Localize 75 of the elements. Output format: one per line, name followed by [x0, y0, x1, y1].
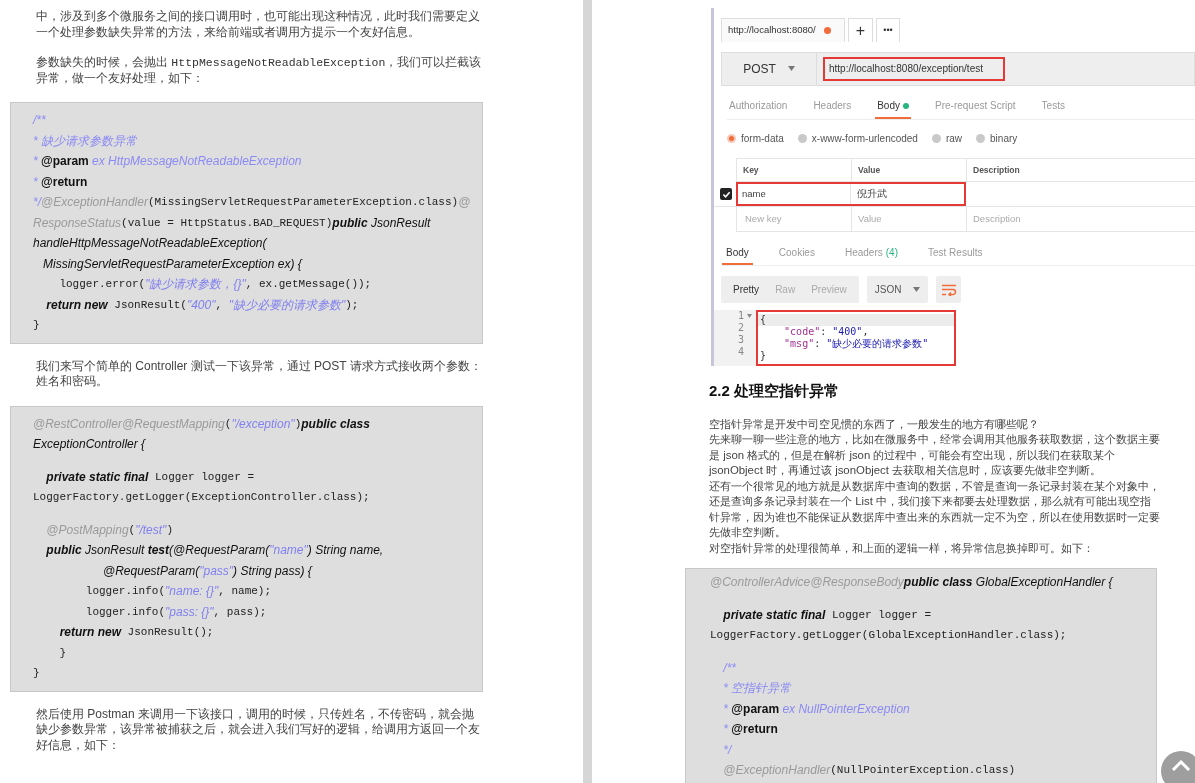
table-cell-text: 倪升武 — [856, 187, 888, 202]
response-tab[interactable]: Body — [722, 242, 753, 266]
code-line: * @param ex NullPointerException — [722, 700, 911, 718]
format-dropdown[interactable]: JSON — [866, 276, 929, 303]
url-field[interactable]: http://localhost:8080/exception/test — [823, 56, 1005, 81]
fold-caret-icon — [747, 314, 752, 318]
code-line: @RequestParam("pass") String pass) { — [102, 562, 314, 580]
code-line: /** — [33, 112, 47, 129]
code-line: ExceptionController { — [33, 436, 147, 453]
code-line: } — [33, 318, 41, 333]
code-line: * @return — [33, 173, 89, 191]
paragraph: 然后使用 Postman 来调用一下该接口，调用的时候，只传姓名，不传密码，就会抛缺少参数异常，该异常被捕获之后，就会进入我们写好的逻辑，给调用方返回一个友好信息，如下： — [36, 706, 481, 753]
line-number: 1 — [737, 310, 744, 322]
checkbox[interactable] — [720, 188, 732, 201]
line-number: 4 — [737, 346, 744, 358]
code-line: * 缺少请求参数异常 — [33, 132, 138, 150]
response-line: "code": "400", — [783, 326, 870, 338]
line-number: 3 — [737, 334, 744, 346]
code-line: logger.info("pass: {}", pass); — [84, 603, 268, 621]
code-line: } — [33, 666, 41, 681]
caret-icon — [913, 287, 921, 293]
wrap-button[interactable] — [936, 276, 962, 303]
code-line: @PostMapping("/test") — [45, 521, 174, 539]
wrap-lines-icon — [940, 283, 957, 296]
view-mode-tab[interactable]: Pretty — [733, 282, 760, 298]
chevron-up-icon — [1171, 760, 1191, 772]
table-cell: name — [738, 184, 851, 205]
radio-option[interactable]: form-data — [727, 131, 784, 147]
code-line: * @return — [722, 721, 779, 738]
paragraph: 参数缺失的时候，会抛出 HttpMessageNotReadableException，我们可以拦截该异常，做一个友好处理，如下： — [36, 55, 483, 86]
response-line: } — [759, 350, 768, 362]
section-heading: 2.2 处理空指针异常 — [709, 381, 841, 401]
code-line: return new JsonResult(); — [58, 624, 215, 641]
code-line: /** — [721, 659, 737, 677]
line-number: 2 — [737, 322, 744, 334]
paragraph: 中，涉及到多个微服务之间的接口调用时，也可能出现这种情况，此时我们需要定义一个处理参数缺失异常的方法，来给前端或者调用方提示一个友好信息。 — [36, 9, 481, 40]
code-line: handleHttpMessageNotReadableException( — [33, 235, 268, 252]
column-header: Key — [736, 159, 851, 182]
code-line: @ControllerAdvice@ResponseBodypublic class GlobalExceptionHandler { — [710, 574, 1115, 591]
more-button[interactable]: ••• — [876, 18, 900, 42]
new-tab-button[interactable]: + — [848, 18, 873, 42]
code-line: private static final Logger logger = — [722, 606, 932, 624]
code-line: LoggerFactory.getLogger(GlobalExceptionHandler.class); — [710, 628, 1068, 643]
code-line: MissingServletRequestParameterException ex) { — [42, 255, 304, 273]
code-line: LoggerFactory.getLogger(ExceptionController.class); — [33, 490, 371, 505]
table-row[interactable]: name 倪升武 — [736, 182, 966, 207]
code-line: return new JsonResult("400", "缺少必要的请求参数"); — [45, 296, 360, 314]
section-tab[interactable]: Body — [875, 94, 911, 119]
code-line: public JsonResult test(@RequestParam("name") String name, — [45, 542, 385, 559]
radio-option[interactable]: binary — [976, 131, 1018, 147]
code-line: logger.info("name: {}", name); — [84, 583, 273, 600]
request-tab[interactable]: http://localhost:8080/ — [721, 18, 845, 42]
caret-icon — [787, 66, 795, 72]
paragraph: 空指针异常是开发中司空见惯的东西了，一般发生的地方有哪些呢？ — [709, 416, 1040, 432]
code-line: } — [58, 645, 67, 661]
column-header: Description — [966, 159, 1195, 182]
method-dropdown[interactable]: POST — [722, 53, 817, 85]
paragraph: 我们来写个简单的 Controller 测试一下该异常，通过 POST 请求方式接收两个参数：姓名和密码。 — [36, 358, 483, 390]
code-line: private static final Logger logger = — [45, 468, 255, 486]
code-line: @ExceptionHandler(NullPointerException.class) — [722, 762, 1017, 779]
code-line: */ — [722, 741, 733, 759]
tab-title: http://localhost:8080/ — [728, 23, 816, 38]
paragraph: 对空指针异常的处理很简单，和上面的逻辑一样，将异常信息换掉即可。如下： — [709, 540, 1095, 556]
paragraph: 先来聊一聊一些注意的地方，比如在微服务中，经常会调用其他服务获取数据，这个数据主要是 json 格式的，但是在解析 json 的过程中，可能会有空出现，所以我们在获取某个 jsonObject 时，再通过该 jsonObject 去获取相关信息时，应该要先做非空判断。 — [709, 432, 1161, 478]
column-header: Value — [851, 159, 966, 182]
code-line: ResponseStatus(value = HttpStatus.BAD_REQUEST)public JsonResult — [33, 214, 432, 232]
radio-option[interactable]: raw — [931, 131, 963, 147]
code-line: * 空指针异常 — [722, 680, 793, 697]
code-line: logger.error("缺少请求参数，{}", ex.getMessage()); — [58, 276, 373, 293]
radio-option[interactable]: x-www-form-urlencoded — [797, 131, 918, 147]
paragraph: 还有一个很常见的地方就是从数据库中查询的数据，不管是查询一条记录封装在某个对象中，还是查询多条记录封装在一个 List 中，我们接下来都要去处理数据，那么就有可能出现空指针异常，因为谁也不能保证从数据库中查出来的东西就一定不为空，所以在使用数据时一定要先做非空判断。 — [709, 478, 1161, 540]
code-line: * @param ex HttpMessageNotReadableException — [33, 153, 303, 170]
code-line: @RestController@RequestMapping("/exception")public class — [33, 415, 371, 433]
code-line: */@ExceptionHandler(MissingServletRequestParameterException.class)@ — [33, 194, 472, 211]
response-line: "msg": "缺少必要的请求参数" — [783, 338, 930, 350]
